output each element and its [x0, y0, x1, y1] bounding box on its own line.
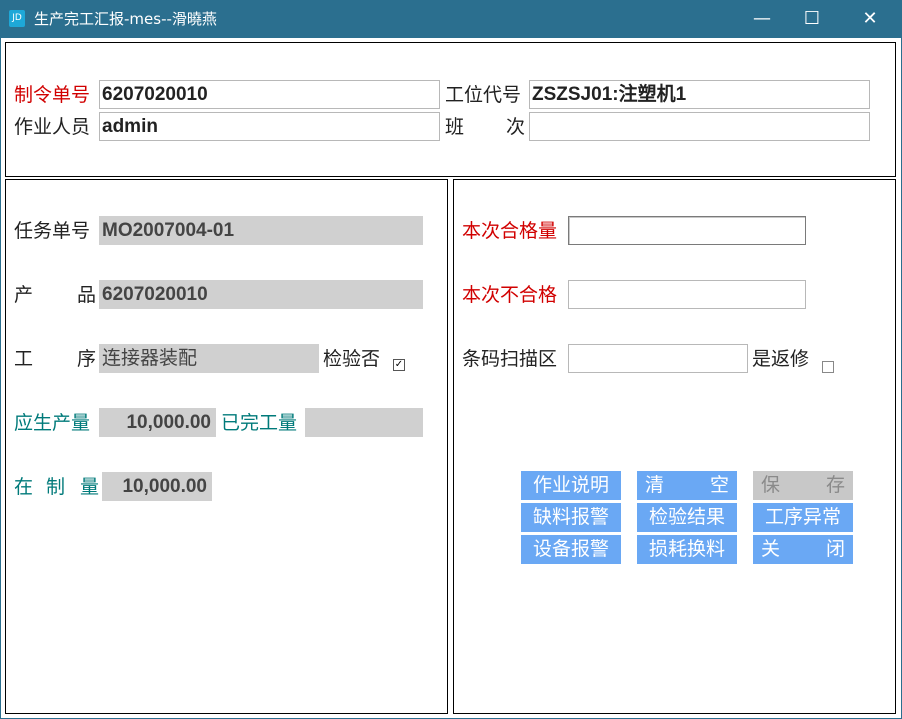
close-button-label-1: 关 — [761, 538, 781, 560]
done-qty-label: 已完工量 — [221, 412, 298, 434]
loss-material-change-label: 损耗换料 — [648, 538, 725, 560]
process-exception-button[interactable]: 工序异常 — [753, 503, 853, 532]
close-button-label-2: 闭 — [825, 538, 845, 560]
operator-label: 作业人员 — [14, 116, 91, 138]
task-no-label: 任务单号 — [14, 220, 91, 242]
product-label-1: 产 — [14, 284, 34, 306]
process-field: 连接器装配 — [99, 344, 319, 373]
report-panel: 本次合格量 本次不合格 条码扫描区 是返修 作业说明 清 空 保 存 缺料报警 … — [453, 179, 896, 714]
clear-button[interactable]: 清 空 — [637, 471, 737, 500]
header-panel: 制令单号 6207020010 工位代号 ZSZSJ01:注塑机1 作业人员 a… — [5, 42, 896, 177]
qualified-qty-field[interactable] — [568, 216, 806, 245]
clear-button-label-2: 空 — [709, 474, 729, 496]
unqualified-qty-field[interactable] — [568, 280, 806, 309]
work-instructions-button[interactable]: 作业说明 — [521, 471, 621, 500]
close-button[interactable]: 关 闭 — [753, 535, 853, 564]
wip-label-2: 制 — [46, 476, 66, 498]
close-window-button[interactable]: ✕ — [842, 0, 898, 38]
inspection-result-button[interactable]: 检验结果 — [637, 503, 737, 532]
loss-material-change-button[interactable]: 损耗换料 — [637, 535, 737, 564]
operator-field[interactable]: admin — [99, 112, 440, 141]
inspection-result-label: 检验结果 — [648, 506, 725, 528]
equipment-alarm-label: 设备报警 — [532, 538, 609, 560]
save-button-label-1: 保 — [761, 474, 781, 496]
station-label: 工位代号 — [445, 84, 522, 106]
process-label-2: 序 — [77, 348, 97, 370]
inspect-label: 检验否 — [323, 348, 381, 370]
unqualified-qty-label: 本次不合格 — [462, 284, 558, 306]
save-button[interactable]: 保 存 — [753, 471, 853, 500]
material-shortage-alarm-button[interactable]: 缺料报警 — [521, 503, 621, 532]
app-icon: JD — [9, 10, 25, 27]
work-instructions-button-label: 作业说明 — [532, 474, 609, 496]
done-qty-field — [305, 408, 423, 437]
wip-label-1: 在 — [14, 476, 34, 498]
clear-button-label-1: 清 — [645, 474, 665, 496]
wip-field: 10,000.00 — [102, 472, 212, 501]
minimize-button[interactable]: — — [734, 0, 790, 38]
rework-label: 是返修 — [752, 348, 810, 370]
rework-checkbox[interactable] — [822, 361, 834, 373]
title-bar: JD 生产完工汇报-mes--滑曉燕 — ☐ ✕ — [0, 0, 902, 38]
station-field[interactable]: ZSZSJ01:注塑机1 — [529, 80, 870, 109]
task-info-panel: 任务单号 MO2007004-01 产 品 6207020010 工 序 连接器… — [5, 179, 448, 714]
qualified-qty-label: 本次合格量 — [462, 220, 558, 242]
order-no-field[interactable]: 6207020010 — [99, 80, 440, 109]
maximize-button[interactable]: ☐ — [784, 0, 840, 38]
window-title: 生产完工汇报-mes--滑曉燕 — [34, 10, 217, 28]
shift-field[interactable] — [529, 112, 870, 141]
product-label-2: 品 — [77, 284, 97, 306]
wip-label-3: 量 — [80, 476, 100, 498]
planned-qty-field: 10,000.00 — [99, 408, 216, 437]
barcode-scan-field[interactable] — [568, 344, 748, 373]
barcode-scan-label: 条码扫描区 — [462, 348, 558, 370]
process-label-1: 工 — [14, 348, 34, 370]
order-no-label: 制令单号 — [14, 84, 91, 106]
equipment-alarm-button[interactable]: 设备报警 — [521, 535, 621, 564]
shift-label-1: 班 — [445, 116, 465, 138]
save-button-label-2: 存 — [825, 474, 845, 496]
task-no-field: MO2007004-01 — [99, 216, 423, 245]
process-exception-label: 工序异常 — [764, 506, 841, 528]
shift-label-2: 次 — [506, 116, 526, 138]
inspect-checkbox[interactable]: ✓ — [393, 359, 405, 371]
material-shortage-alarm-label: 缺料报警 — [532, 506, 609, 528]
planned-qty-label: 应生产量 — [14, 412, 91, 434]
product-field: 6207020010 — [99, 280, 423, 309]
